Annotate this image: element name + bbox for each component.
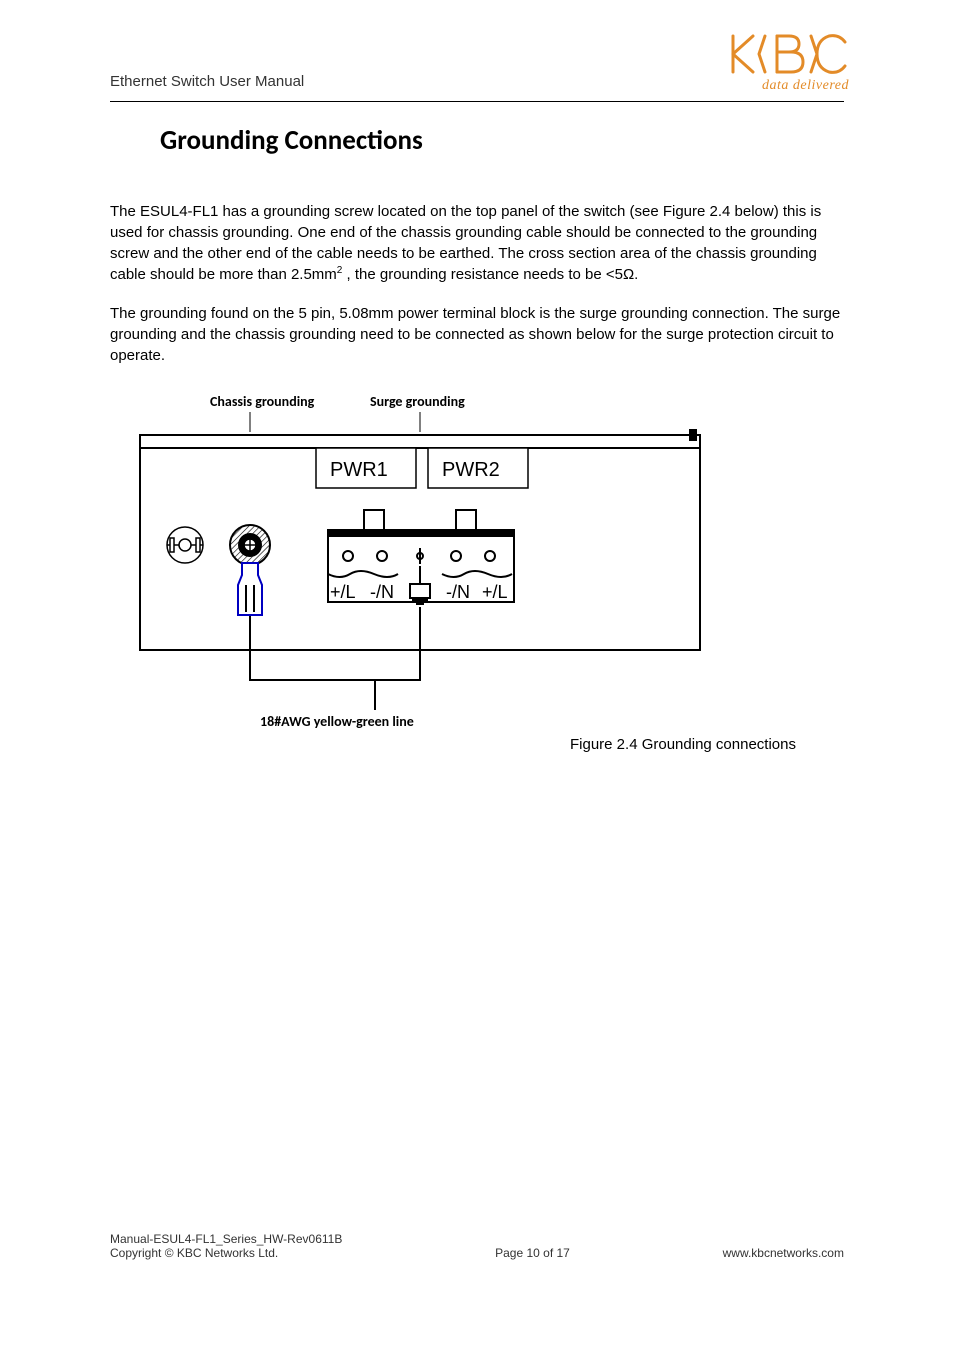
footer-copyright: Copyright © KBC Networks Ltd. bbox=[110, 1246, 342, 1260]
label-wire: 18#AWG yellow-green line bbox=[260, 713, 414, 730]
footer-page-number: Page 10 of 17 bbox=[495, 1246, 570, 1260]
paragraph-1: The ESUL4-FL1 has a grounding screw loca… bbox=[110, 201, 844, 285]
label-surge-grounding: Surge grounding bbox=[370, 393, 465, 410]
brand-logo: data delivered bbox=[719, 30, 849, 94]
body-copy: The ESUL4-FL1 has a grounding screw loca… bbox=[110, 201, 844, 366]
header-rule bbox=[110, 101, 844, 102]
label-pin-minus-n-1: -/N bbox=[370, 582, 394, 602]
figure-caption: Figure 2.4 Grounding connections bbox=[570, 736, 844, 753]
label-pin-plus-l-1: +/L bbox=[330, 582, 356, 602]
kbc-logo-icon bbox=[719, 30, 849, 78]
figure-grounding-diagram: Chassis grounding Surge grounding bbox=[130, 390, 844, 753]
label-chassis-grounding: Chassis grounding bbox=[210, 393, 315, 410]
paragraph-2: The grounding found on the 5 pin, 5.08mm… bbox=[110, 303, 844, 366]
label-pwr1: PWR1 bbox=[330, 459, 388, 481]
label-pwr2: PWR2 bbox=[442, 459, 500, 481]
header-title: Ethernet Switch User Manual bbox=[110, 73, 304, 90]
page-footer: Manual-ESUL4-FL1_Series_HW-Rev0611B Copy… bbox=[110, 1232, 844, 1260]
label-pin-minus-n-2: -/N bbox=[446, 582, 470, 602]
page-header: Ethernet Switch User Manual bbox=[110, 30, 844, 98]
label-pin-plus-l-2: +/L bbox=[482, 582, 508, 602]
section-heading: Grounding Connections bbox=[160, 124, 844, 157]
footer-url: www.kbcnetworks.com bbox=[723, 1246, 844, 1260]
footer-doc-id: Manual-ESUL4-FL1_Series_HW-Rev0611B bbox=[110, 1232, 342, 1246]
brand-tagline: data delivered bbox=[719, 78, 849, 94]
